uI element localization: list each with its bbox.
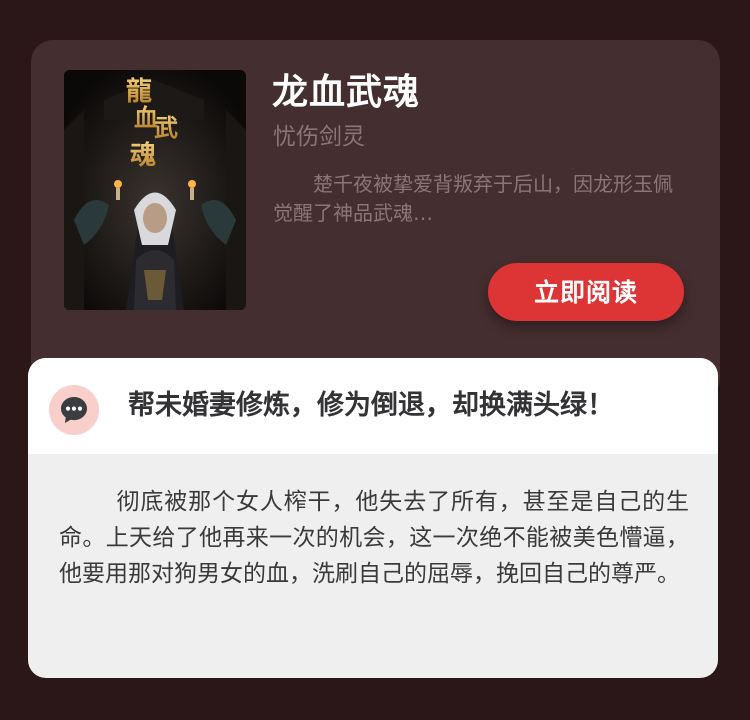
comment-bubble-icon bbox=[49, 385, 99, 435]
review-header: 帮未婚妻修炼，修为倒退，却换满头绿！ bbox=[28, 358, 718, 454]
cover-title-art: 武 bbox=[154, 113, 178, 142]
book-author: 忧伤剑灵 bbox=[273, 124, 365, 150]
review-title: 帮未婚妻修炼，修为倒退，却换满头绿！ bbox=[128, 390, 614, 421]
review-body: 彻底被那个女人榨干，他失去了所有，甚至是自己的生命。上天给了他再来一次的机会，这… bbox=[59, 489, 689, 587]
cover-title-art: 魂 bbox=[130, 141, 156, 171]
book-title[interactable]: 龙血武魂 bbox=[272, 70, 420, 116]
review-card: 帮未婚妻修炼，修为倒退，却换满头绿！ 彻底被那个女人榨干，他失去了所有，甚至是自… bbox=[28, 358, 718, 678]
book-description: 楚千夜被挚爱背叛弃于后山，因龙形玉佩觉醒了神品武魂… bbox=[273, 172, 673, 225]
book-card[interactable]: 龍 血 武 魂 龙血武魂 忧伤剑灵 楚千夜被挚爱背叛弃于后山，因龙形玉佩觉醒了神… bbox=[31, 40, 720, 400]
book-cover-image[interactable]: 龍 血 武 魂 bbox=[64, 70, 246, 310]
read-now-button[interactable]: 立即阅读 bbox=[488, 263, 684, 321]
